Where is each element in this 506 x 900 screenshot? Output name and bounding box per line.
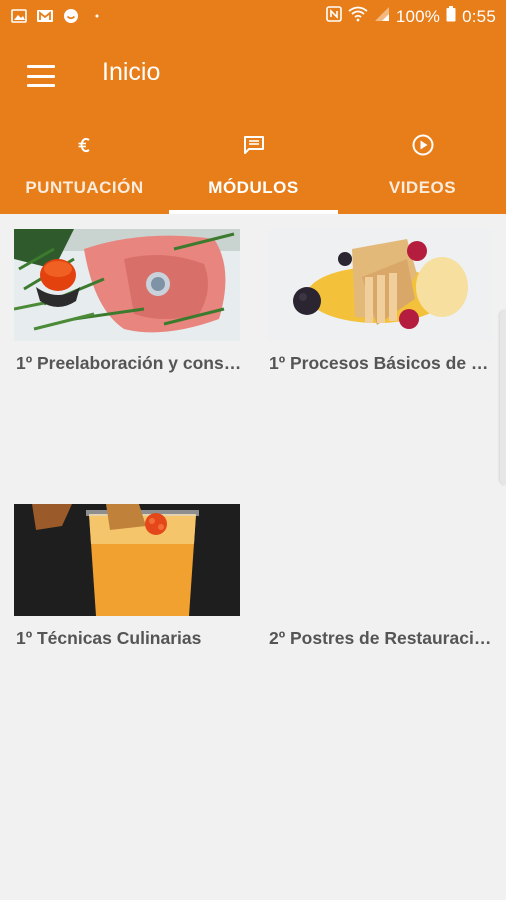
module-title: 1º Procesos Básicos de Pastelería xyxy=(269,353,495,373)
module-title: 1º Preelaboración y conservación xyxy=(16,353,242,373)
smiley-icon xyxy=(62,8,80,24)
hamburger-menu-icon[interactable] xyxy=(24,62,58,90)
active-tab-indicator xyxy=(169,210,338,214)
edge-panel-handle[interactable] xyxy=(500,310,506,485)
module-card[interactable]: 2º Postres de Restauración xyxy=(267,504,495,648)
module-card[interactable]: 1º Técnicas Culinarias xyxy=(14,504,240,648)
app-bar: Inicio xyxy=(0,36,506,116)
tab-puntuacion[interactable]: PUNTUACIÓN xyxy=(0,116,169,214)
notification-icons xyxy=(10,8,106,24)
tab-modulos[interactable]: MÓDULOS xyxy=(169,116,338,214)
battery-icon xyxy=(446,6,456,27)
dot-icon xyxy=(88,8,106,24)
status-bar: 100% 0:55 xyxy=(0,0,506,36)
tab-label: MÓDULOS xyxy=(208,178,299,197)
module-image xyxy=(14,504,240,616)
page-title: Inicio xyxy=(102,58,161,86)
tab-bar: PUNTUACIÓN MÓDULOS VIDEOS xyxy=(0,116,506,214)
wifi-icon xyxy=(348,6,368,27)
nfc-icon xyxy=(326,6,342,27)
signal-icon xyxy=(374,6,390,27)
tab-label: VIDEOS xyxy=(388,178,457,197)
tab-label: PUNTUACIÓN xyxy=(25,178,144,197)
message-icon xyxy=(242,134,266,156)
module-title: 2º Postres de Restauración xyxy=(269,628,495,648)
module-card[interactable]: 1º Procesos Básicos de Pastelería xyxy=(267,229,495,373)
tab-videos[interactable]: VIDEOS xyxy=(338,116,506,214)
clock: 0:55 xyxy=(462,6,496,26)
play-icon xyxy=(411,134,435,156)
system-icons: 100% 0:55 xyxy=(326,6,496,27)
euro-icon xyxy=(73,134,97,156)
image-icon xyxy=(10,8,28,24)
module-card[interactable]: 1º Preelaboración y conservación xyxy=(14,229,242,373)
module-image xyxy=(267,504,493,616)
email-icon xyxy=(36,8,54,24)
battery-percentage: 100% xyxy=(395,6,441,26)
module-image xyxy=(14,229,240,341)
module-title: 1º Técnicas Culinarias xyxy=(16,628,202,648)
module-image xyxy=(267,229,493,341)
